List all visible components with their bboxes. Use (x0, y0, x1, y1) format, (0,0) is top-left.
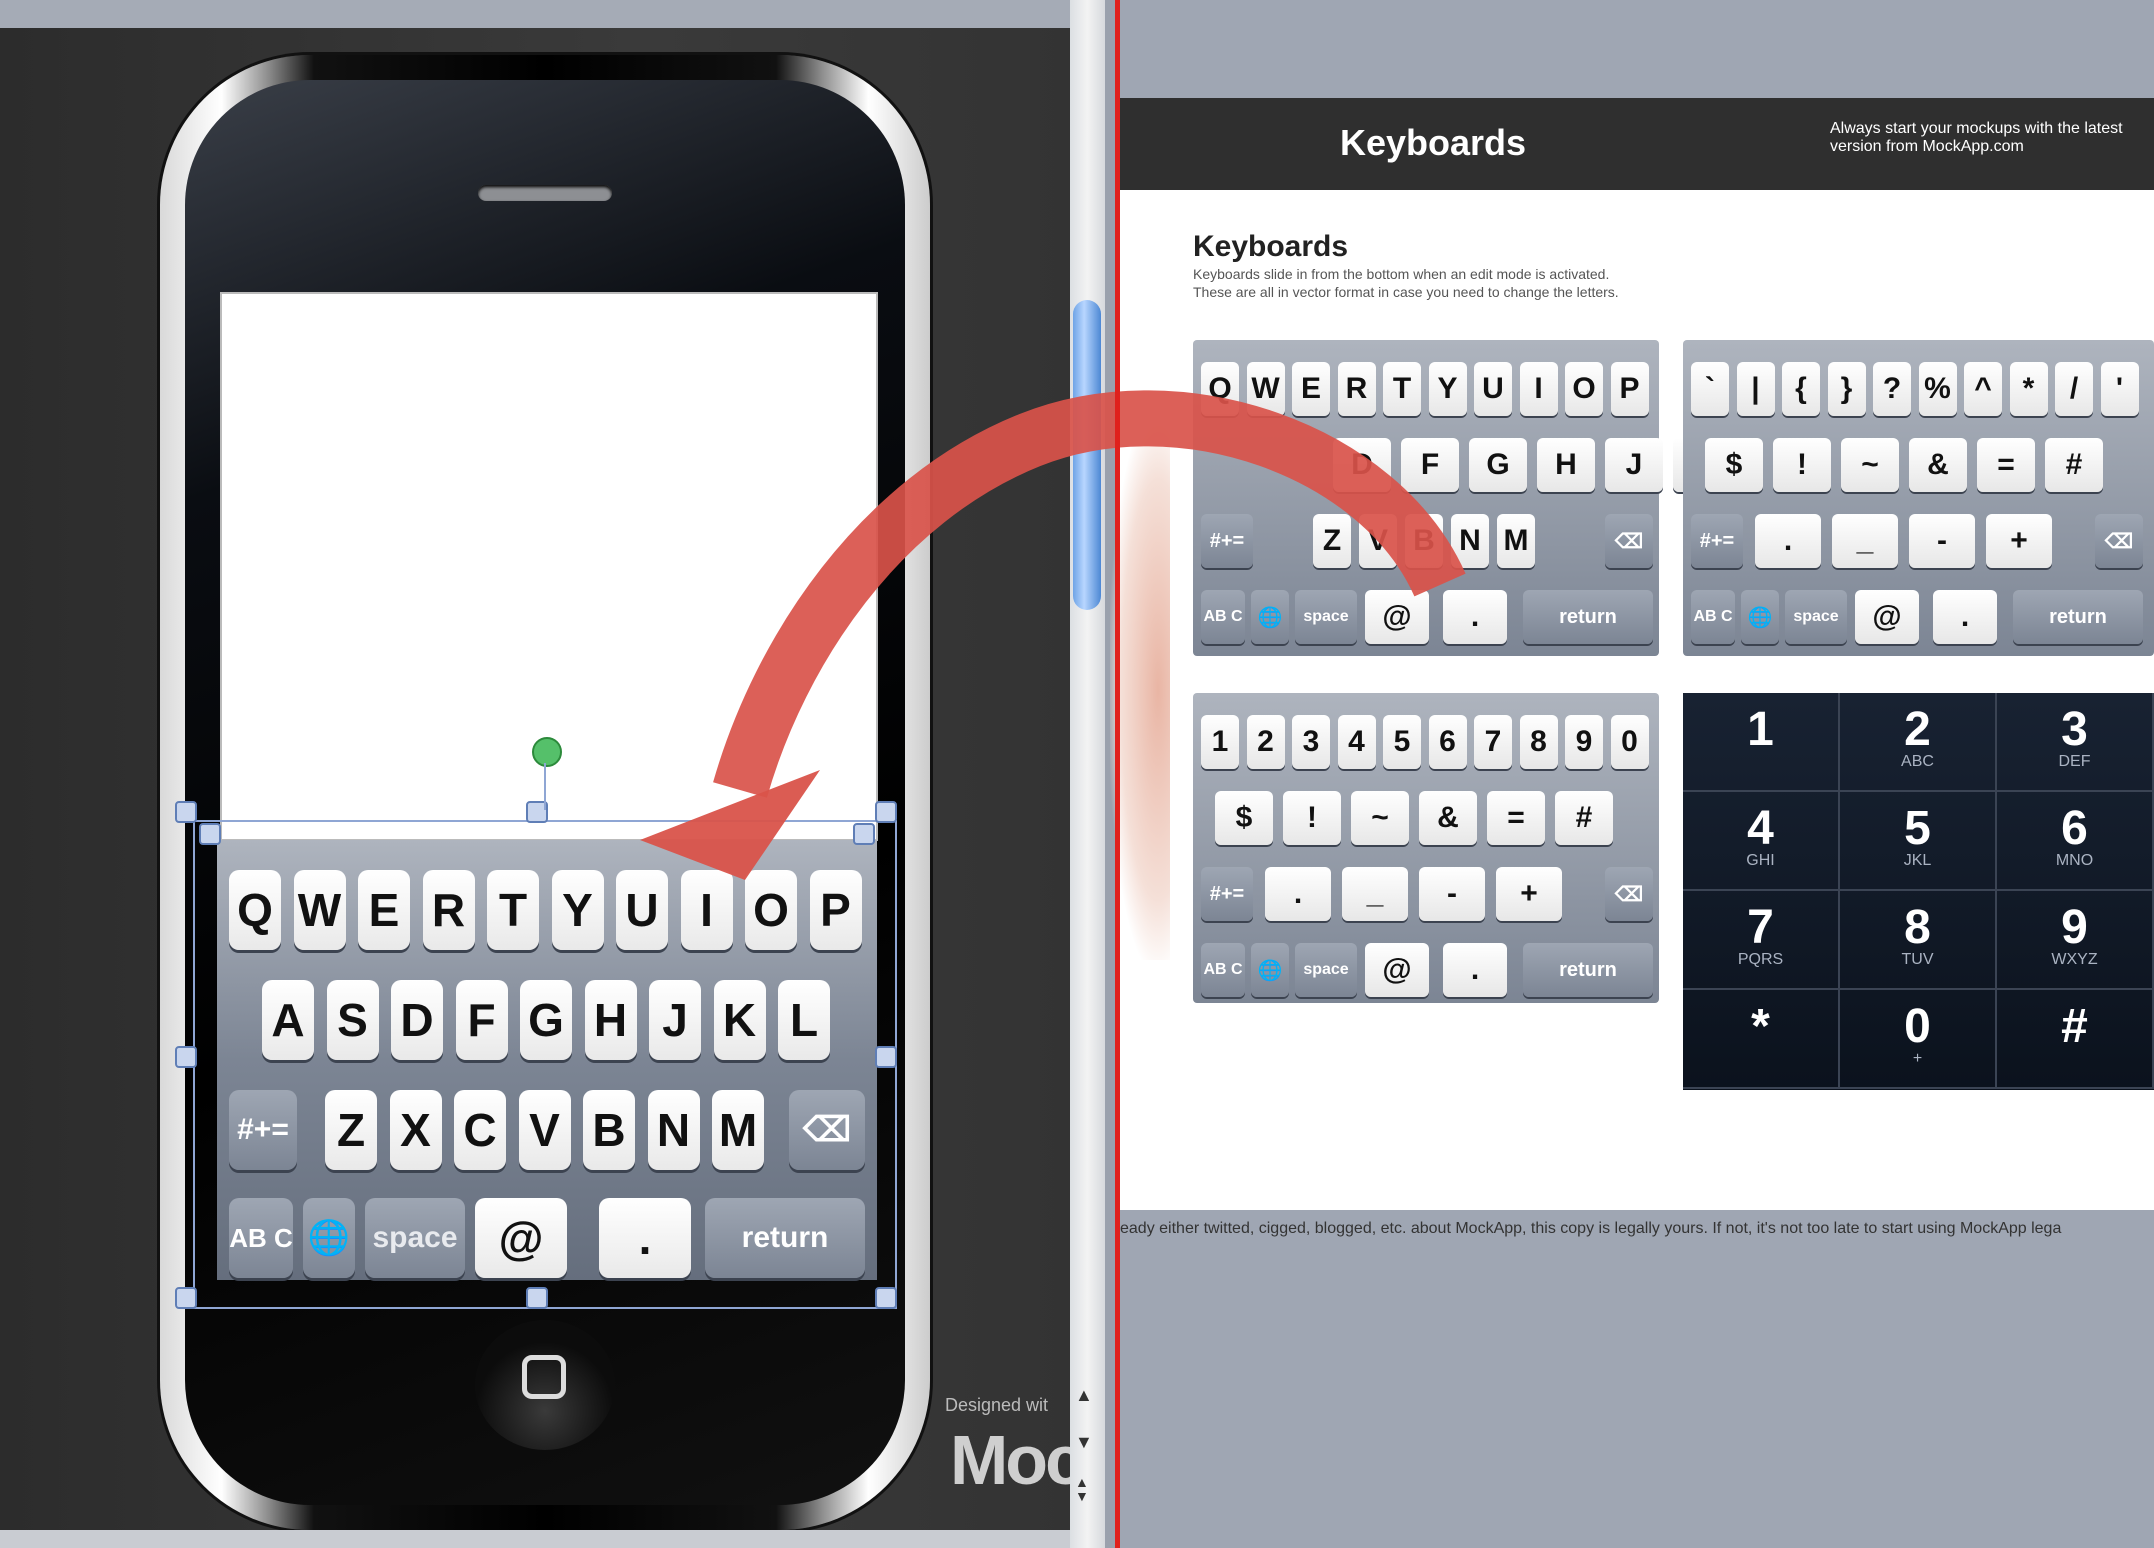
resize-handle[interactable] (175, 1287, 197, 1309)
resize-handle[interactable] (526, 1287, 548, 1309)
resize-handle[interactable] (175, 1046, 197, 1068)
curved-arrow-icon (640, 390, 1466, 880)
resize-handle[interactable] (175, 801, 197, 823)
resize-handle[interactable] (853, 823, 875, 845)
resize-handle[interactable] (875, 1046, 897, 1068)
resize-handle[interactable] (199, 823, 221, 845)
rotate-handle-stem (544, 763, 546, 810)
resize-handle[interactable] (875, 801, 897, 823)
resize-handle[interactable] (875, 1287, 897, 1309)
red-divider (1115, 0, 1120, 1548)
